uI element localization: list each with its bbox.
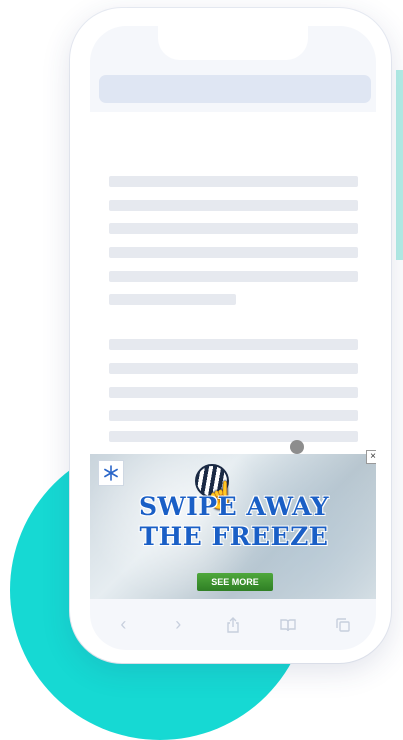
skeleton-line (109, 247, 358, 258)
share-icon[interactable] (221, 613, 245, 637)
skeleton-line (109, 223, 358, 234)
banner-ad[interactable]: × ☝ SWIPE AWAY THE FREEZE SEE MORE (90, 450, 376, 599)
skeleton-line (109, 200, 358, 211)
skeleton-line (109, 363, 358, 374)
skeleton-line (109, 410, 358, 421)
skeleton-line (109, 387, 358, 398)
ad-headline: SWIPE AWAY THE FREEZE (90, 492, 376, 552)
ad-close-button[interactable]: × (366, 450, 376, 464)
tabs-icon[interactable] (331, 613, 355, 637)
phone-screen: × ☝ SWIPE AWAY THE FREEZE SEE MORE ‹ › (90, 26, 376, 650)
skeleton-line (109, 339, 358, 350)
browser-header (90, 26, 376, 112)
browser-toolbar: ‹ › (90, 599, 376, 650)
ad-headline-line2: THE FREEZE (139, 522, 329, 551)
skeleton-line (109, 431, 358, 442)
chevron-left-icon[interactable]: ‹ (111, 613, 135, 637)
phone-frame: × ☝ SWIPE AWAY THE FREEZE SEE MORE ‹ › (70, 8, 391, 663)
skeleton-line (109, 271, 358, 282)
phone-notch (158, 26, 308, 60)
see-more-button[interactable]: SEE MORE (197, 573, 273, 591)
chevron-right-icon[interactable]: › (166, 613, 190, 637)
skeleton-line (109, 294, 236, 305)
scroll-indicator (290, 440, 304, 454)
decorative-accent-bar (396, 70, 403, 260)
book-icon[interactable] (276, 613, 300, 637)
skeleton-line (109, 176, 358, 187)
ad-headline-line1: SWIPE AWAY (138, 492, 329, 521)
snowflake-icon (98, 460, 124, 486)
address-bar[interactable] (99, 75, 371, 103)
